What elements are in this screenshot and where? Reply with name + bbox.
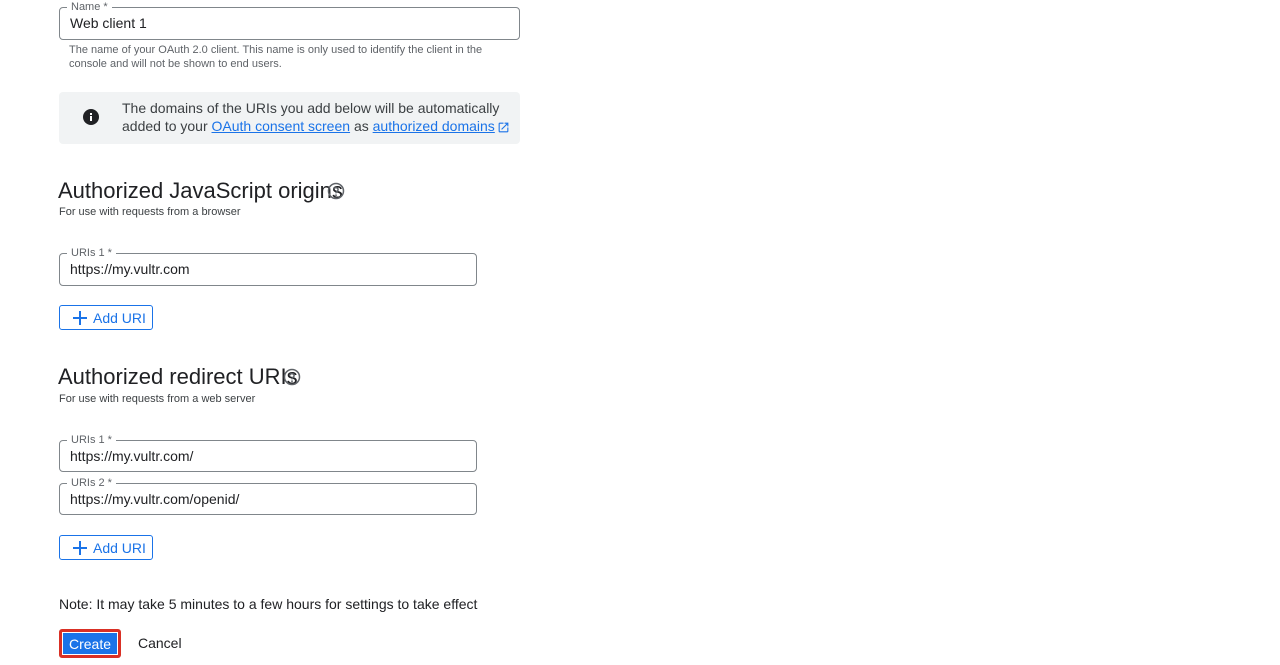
create-button[interactable]: Create (59, 629, 121, 658)
js-origin-uri-input-1[interactable] (70, 260, 466, 278)
add-redirect-uri-label: Add URI (93, 539, 146, 556)
oauth-consent-screen-link[interactable]: OAuth consent screen (212, 118, 351, 134)
add-js-origin-uri-label: Add URI (93, 309, 146, 326)
redirect-uri-input-2[interactable] (70, 490, 466, 508)
redirect-uri-field-2[interactable]: URIs 2 * (59, 476, 477, 515)
redirect-uris-subtitle: For use with requests from a web server (59, 393, 256, 405)
name-field[interactable]: Name * (59, 0, 520, 40)
info-text: The domains of the URIs you add below wi… (122, 99, 512, 135)
js-origin-uri-label-1: URIs 1 * (67, 246, 116, 260)
name-input[interactable] (70, 14, 509, 32)
authorized-domains-link[interactable]: authorized domains (373, 118, 510, 134)
redirect-uri-label-1: URIs 1 * (67, 433, 116, 447)
redirect-uri-field-1[interactable]: URIs 1 * (59, 433, 477, 472)
redirect-uris-help-icon[interactable] (283, 368, 301, 386)
js-origin-uri-field-1[interactable]: URIs 1 * (59, 246, 477, 286)
add-js-origin-uri-button[interactable]: Add URI (59, 305, 153, 330)
oauth-client-form: Name * The name of your OAuth 2.0 client… (0, 0, 1280, 665)
external-link-icon (498, 122, 509, 133)
info-icon (83, 109, 99, 125)
authorized-domains-link-label: authorized domains (372, 118, 495, 134)
add-redirect-uri-button[interactable]: Add URI (59, 535, 153, 560)
name-helper-text: The name of your OAuth 2.0 client. This … (69, 44, 483, 70)
js-origins-help-icon[interactable] (327, 182, 345, 200)
info-banner: The domains of the URIs you add below wi… (59, 92, 520, 144)
redirect-uri-label-2: URIs 2 * (67, 476, 116, 490)
settings-note: Note: It may take 5 minutes to a few hou… (59, 596, 478, 612)
plus-icon (73, 540, 87, 555)
redirect-uri-input-1[interactable] (70, 447, 466, 465)
cancel-button[interactable]: Cancel (128, 629, 192, 657)
plus-icon (73, 310, 87, 325)
js-origins-title: Authorized JavaScript origins (58, 178, 343, 203)
info-text-middle: as (353, 118, 369, 134)
name-field-label: Name * (67, 0, 112, 14)
redirect-uris-title: Authorized redirect URIs (58, 364, 298, 389)
js-origins-subtitle: For use with requests from a browser (59, 206, 241, 218)
